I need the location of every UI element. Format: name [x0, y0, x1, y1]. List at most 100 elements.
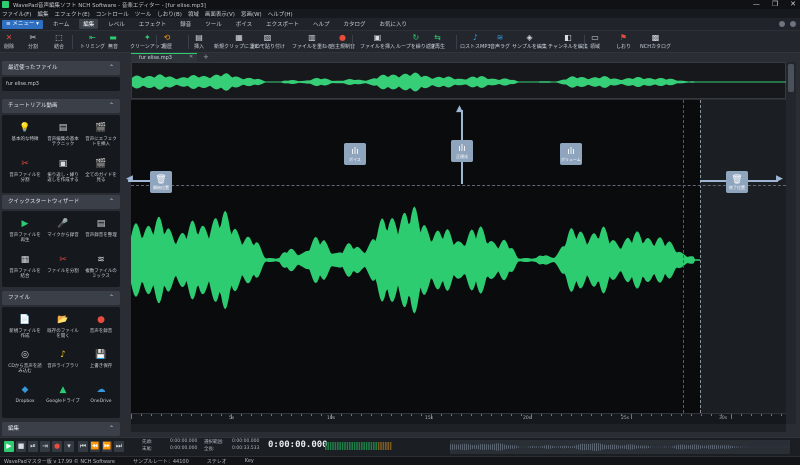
time-ruler[interactable]: 5s 10s 15s 20s 25s 30s	[131, 413, 786, 424]
mini-overview[interactable]	[450, 440, 790, 454]
tab-edit[interactable]: 編集	[79, 19, 99, 29]
tab-export[interactable]: エクスポート	[262, 19, 303, 29]
quickstart-header[interactable]: クイックスタートウィザード ⌃	[2, 195, 120, 209]
sidebar-item[interactable]: ✂ ファイルを分割	[47, 253, 79, 283]
play-from-button[interactable]: ⇥	[40, 441, 50, 452]
sidebar-item[interactable]: ▦ 音声ファイルを結合	[9, 253, 41, 283]
sidebar-item[interactable]: 🎤 マイクから録音	[47, 217, 78, 247]
toolbar-button-7[interactable]: ▤ 挿入	[194, 33, 204, 52]
play-loop-button[interactable]: ⏯	[28, 441, 38, 452]
toolbar-button-14[interactable]: ⇆ 逆再生	[430, 33, 445, 52]
menu-tools[interactable]: ツール	[135, 10, 152, 18]
tab-catalog[interactable]: カタログ	[340, 19, 370, 29]
sidebar-item[interactable]: 📄 新規ファイルを作成	[9, 313, 41, 343]
menu-view[interactable]: 画面表示(V)	[205, 10, 235, 18]
file-header[interactable]: ファイル ⌃	[2, 291, 120, 305]
chevron-up-icon[interactable]: ⌃	[109, 195, 114, 209]
toolbar-button-19[interactable]: ▭ 領域	[590, 33, 600, 52]
toolbar-button-3[interactable]: ⇤ トリミング	[80, 33, 105, 52]
normalize-marker[interactable]: ılı 正規化	[451, 140, 473, 162]
sidebar-item[interactable]: ◆ Dropbox	[10, 383, 40, 413]
menu-effects[interactable]: エフェクト(E)	[54, 10, 89, 18]
main-menu-button[interactable]: ≡ メニュー ▾	[2, 19, 43, 29]
sidebar-item[interactable]: 💾 上書き保存	[86, 348, 116, 378]
info-icon[interactable]	[790, 21, 796, 27]
tab-tools[interactable]: ツール	[201, 19, 226, 29]
edit-header[interactable]: 編集 ⌃	[2, 422, 120, 436]
tab-home[interactable]: ホーム	[49, 19, 73, 29]
menu-window[interactable]: 窓画(W)	[241, 10, 262, 18]
tab-favorites[interactable]: お気に入り	[376, 19, 412, 29]
toolbar-button-21[interactable]: ▩ NCHカタログ	[640, 33, 671, 52]
menu-help[interactable]: ヘルプ(H)	[268, 10, 293, 18]
chevron-up-icon[interactable]: ⌃	[109, 291, 114, 305]
sidebar-item[interactable]: ▤ 音声録音を整理	[85, 217, 117, 247]
chevron-up-icon[interactable]: ⌃	[109, 61, 114, 75]
rewind-start-button[interactable]: ⏮	[78, 441, 88, 452]
recent-files-header[interactable]: 最近使ったファイル ⌃	[2, 61, 120, 75]
sidebar-item[interactable]: ◎ CDから音声を読み込む	[8, 348, 42, 378]
sidebar-item[interactable]: 🎬 音声にエフェクトを挿入	[85, 121, 117, 151]
forward-end-button[interactable]: ⏭	[114, 441, 124, 452]
sidebar-item[interactable]: 💡 基本的な特徴	[10, 121, 40, 151]
maximize-button[interactable]: ❐	[772, 0, 778, 9]
sidebar-item[interactable]: 📂 既存のファイルを開く	[47, 313, 79, 343]
forward-button[interactable]: ⏩	[102, 441, 112, 452]
tab-effects[interactable]: エフェクト	[135, 19, 171, 29]
toolbar-button-15[interactable]: ♪ ロストスMP3	[460, 33, 491, 52]
tutorial-header[interactable]: チュートリアル動画 ⌃	[2, 99, 120, 113]
chevron-up-icon[interactable]: ⌃	[109, 422, 114, 436]
close-tab-icon[interactable]: ✕	[189, 53, 193, 62]
end-marker[interactable]: 🗑 終了位置	[726, 171, 748, 193]
recent-file-item[interactable]: fur elise.mp3	[6, 81, 39, 87]
minimize-button[interactable]: —	[753, 0, 760, 9]
menu-bookmarks[interactable]: しおり(B)	[157, 10, 182, 18]
menu-file[interactable]: ファイル(F)	[2, 10, 31, 18]
sidebar-item[interactable]: ▤ 音声編集の基本テクニック	[47, 121, 79, 151]
sidebar-item[interactable]: ♪ 音声ライブラリ	[47, 348, 79, 378]
voice-marker[interactable]: ılı ボイス	[344, 143, 366, 165]
toolbar-button-0[interactable]: ✕ 削除	[4, 33, 14, 52]
tab-record[interactable]: 録音	[176, 19, 195, 29]
sidebar-item[interactable]: ≋ 複数ファイルのミックス	[85, 253, 117, 283]
record-options-button[interactable]: ▾	[64, 441, 74, 452]
menu-regions[interactable]: 領域	[188, 10, 199, 18]
toolbar-button-12[interactable]: ▣ ファイルを挿入	[360, 33, 395, 52]
sidebar-item[interactable]: ▶ 音声ファイルを再生	[9, 217, 41, 247]
toolbar-button-1[interactable]: ✂ 分割	[28, 33, 38, 52]
menu-control[interactable]: コントロール	[96, 10, 129, 18]
sidebar-item[interactable]: ▲ Googleドライブ	[46, 383, 80, 413]
toolbar-button-9[interactable]: ▧ 重ねて貼り付け	[250, 33, 285, 52]
vertical-scrollbar[interactable]	[786, 62, 796, 424]
tab-help[interactable]: ヘルプ	[309, 19, 334, 29]
sidebar-item[interactable]: ☁ OneDrive	[86, 383, 116, 413]
menu-edit[interactable]: 編集	[37, 10, 48, 18]
toolbar-button-16[interactable]: ≋ 音声ラグ	[490, 33, 510, 52]
toolbar-button-4[interactable]: ▬ 無音	[108, 33, 118, 52]
toolbar-button-6[interactable]: ⟲ 履歴	[162, 33, 172, 52]
user-icon[interactable]	[779, 21, 785, 27]
toolbar-button-2[interactable]: ⬚ 結合	[54, 33, 64, 52]
sidebar-item[interactable]: ● 音声を録音	[86, 313, 116, 343]
sidebar-item[interactable]: 🎬 全てのガイドを見る	[85, 157, 117, 187]
volume-marker[interactable]: ılı ボリューム	[560, 143, 582, 165]
play-button[interactable]: ▶	[4, 441, 14, 452]
stop-button[interactable]: ■	[16, 441, 26, 452]
tab-levels[interactable]: レベル	[104, 19, 129, 29]
document-tab[interactable]: fur elise.mp3	[131, 53, 197, 62]
toolbar-button-10[interactable]: ▥ ファイルを重ねる	[292, 33, 332, 52]
chevron-up-icon[interactable]: ⌃	[109, 99, 114, 113]
tab-voice[interactable]: ボイス	[232, 19, 256, 29]
sidebar-item[interactable]: ✂ 音声ファイルを分割	[9, 157, 41, 187]
add-tab-icon[interactable]: +	[203, 53, 209, 62]
rewind-button[interactable]: ⏪	[90, 441, 100, 452]
toolbar-button-17[interactable]: ◈ サンプルを編集	[512, 33, 547, 52]
scroll-thumb[interactable]	[788, 64, 794, 92]
horizontal-scrollbar[interactable]	[131, 424, 786, 432]
toolbar-button-5[interactable]: ✦ クリーンアップ	[130, 33, 165, 52]
record-button[interactable]: ●	[52, 441, 62, 452]
sidebar-item[interactable]: ▣ 振り返し・繰り返しを作成する	[47, 157, 79, 187]
toolbar-button-20[interactable]: ⚑ しおり	[616, 33, 631, 52]
close-button[interactable]: ✕	[790, 0, 796, 9]
toolbar-button-18[interactable]: ◧ チャンネルを編集	[548, 33, 588, 52]
